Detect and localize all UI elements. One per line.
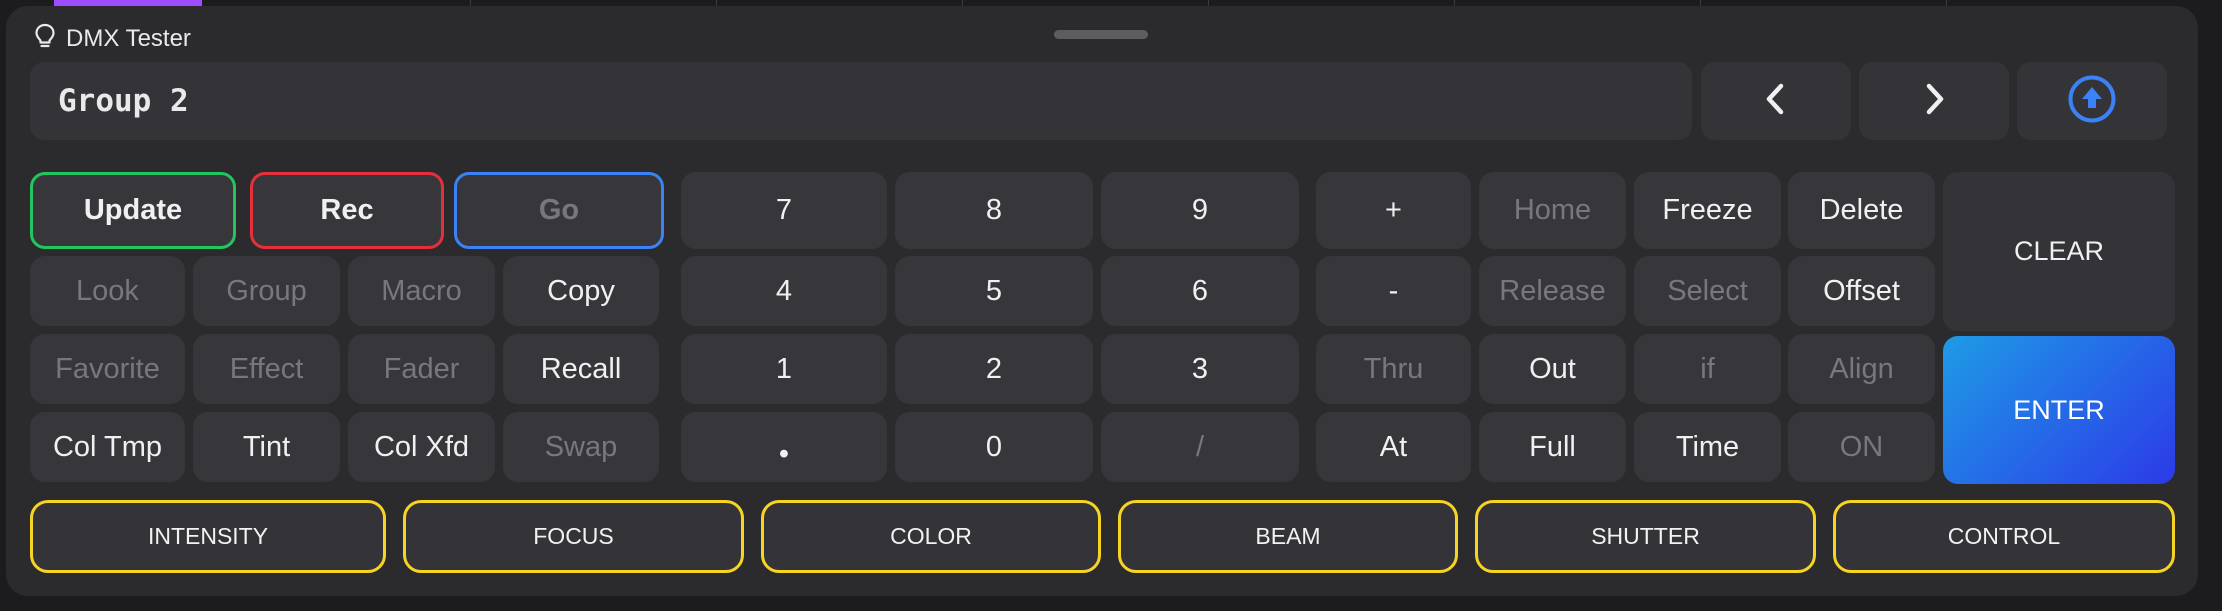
attribute-intensity-button[interactable]: INTENSITY	[30, 500, 386, 573]
on-key[interactable]: ON	[1788, 412, 1935, 482]
look-key[interactable]: Look	[30, 256, 185, 326]
minus-key[interactable]: -	[1316, 256, 1471, 326]
lightbulb-icon	[34, 23, 56, 56]
home-key[interactable]: Home	[1479, 172, 1626, 249]
align-key[interactable]: Align	[1788, 334, 1935, 404]
effect-key[interactable]: Effect	[193, 334, 340, 404]
select-key[interactable]: Select	[1634, 256, 1781, 326]
if-key[interactable]: if	[1634, 334, 1781, 404]
enter-button[interactable]: ENTER	[1943, 336, 2175, 484]
update-button[interactable]: Update	[30, 172, 236, 249]
key-2[interactable]: 2	[895, 334, 1093, 404]
freeze-key[interactable]: Freeze	[1634, 172, 1781, 249]
chevron-left-icon	[1763, 82, 1789, 121]
fader-key[interactable]: Fader	[348, 334, 495, 404]
app-title: DMX Tester	[66, 25, 191, 52]
key-7[interactable]: 7	[681, 172, 887, 249]
attribute-focus-button[interactable]: FOCUS	[403, 500, 744, 573]
group-key[interactable]: Group	[193, 256, 340, 326]
key-9[interactable]: 9	[1101, 172, 1299, 249]
full-key[interactable]: Full	[1479, 412, 1626, 482]
attribute-color-button[interactable]: COLOR	[761, 500, 1101, 573]
time-key[interactable]: Time	[1634, 412, 1781, 482]
dmx-tester-panel: DMX Tester Group 2 Update Rec Go 7 8 9 +…	[6, 6, 2198, 596]
chevron-right-icon	[1921, 82, 1947, 121]
go-button[interactable]: Go	[454, 172, 664, 249]
drag-handle[interactable]	[1054, 30, 1148, 39]
attribute-shutter-button[interactable]: SHUTTER	[1475, 500, 1816, 573]
copy-key[interactable]: Copy	[503, 256, 659, 326]
recall-key[interactable]: Recall	[503, 334, 659, 404]
thru-key[interactable]: Thru	[1316, 334, 1471, 404]
next-button[interactable]	[1859, 62, 2009, 140]
attribute-control-button[interactable]: CONTROL	[1833, 500, 2175, 573]
col-tmp-key[interactable]: Col Tmp	[30, 412, 185, 482]
plus-key[interactable]: +	[1316, 172, 1471, 249]
rec-button[interactable]: Rec	[250, 172, 444, 249]
swap-key[interactable]: Swap	[503, 412, 659, 482]
slash-key[interactable]: /	[1101, 412, 1299, 482]
key-4[interactable]: 4	[681, 256, 887, 326]
key-3[interactable]: 3	[1101, 334, 1299, 404]
out-key[interactable]: Out	[1479, 334, 1626, 404]
key-6[interactable]: 6	[1101, 256, 1299, 326]
macro-key[interactable]: Macro	[348, 256, 495, 326]
at-key[interactable]: At	[1316, 412, 1471, 482]
upload-button[interactable]	[2017, 62, 2167, 140]
favorite-key[interactable]: Favorite	[30, 334, 185, 404]
delete-key[interactable]: Delete	[1788, 172, 1935, 249]
col-xfd-key[interactable]: Col Xfd	[348, 412, 495, 482]
key-8[interactable]: 8	[895, 172, 1093, 249]
tint-key[interactable]: Tint	[193, 412, 340, 482]
clear-button[interactable]: CLEAR	[1943, 172, 2175, 331]
panel-header: DMX Tester	[34, 22, 191, 56]
command-line-field[interactable]: Group 2	[30, 62, 1692, 140]
offset-key[interactable]: Offset	[1788, 256, 1935, 326]
arrow-up-circle-icon	[2067, 74, 2117, 129]
attribute-beam-button[interactable]: BEAM	[1118, 500, 1458, 573]
release-key[interactable]: Release	[1479, 256, 1626, 326]
previous-button[interactable]	[1701, 62, 1851, 140]
key-0[interactable]: 0	[895, 412, 1093, 482]
key-1[interactable]: 1	[681, 334, 887, 404]
command-line-value: Group 2	[58, 83, 189, 119]
key-5[interactable]: 5	[895, 256, 1093, 326]
decimal-point-key[interactable]: •	[681, 412, 887, 482]
